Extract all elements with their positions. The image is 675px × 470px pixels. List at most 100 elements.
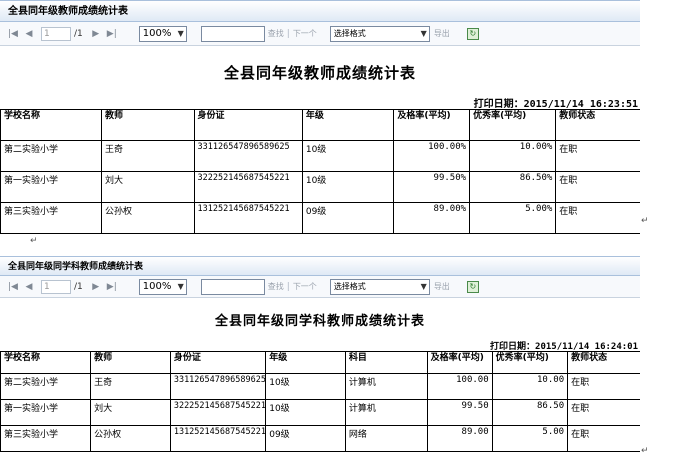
cell-school: 第一实验小学 (0, 171, 102, 203)
cell-pass-rate: 99.50 (426, 399, 493, 426)
column-header: 教师 (90, 351, 171, 374)
column-header: 身份证 (193, 109, 303, 141)
report-table: 学校名称 教师 身份证 年级 科目 及格率(平均) 优秀率(平均) 教师状态 第… (0, 351, 640, 452)
cell-status: 在职 (555, 202, 640, 234)
zoom-select[interactable]: 100% ▼ (138, 278, 187, 295)
paragraph-mark: ↵ (641, 446, 649, 456)
search-input[interactable] (200, 25, 265, 42)
report-toolbar: |◀ ◀ 1 /1 ▶ ▶| 100% ▼ 查找 | 下一个 选择格式 ▼ 导出 ↻ (0, 22, 640, 46)
toolbar-divider: | (286, 281, 290, 292)
cell-grade: 10级 (301, 140, 395, 172)
cell-id-card: 131252145687545221 (193, 202, 303, 234)
chevron-down-icon: ▼ (420, 28, 427, 38)
find-button[interactable]: 查找 (268, 28, 284, 39)
column-header: 年级 (265, 351, 346, 374)
table-row: 第三实验小学 公孙权 131252145687545221 09级 网络 89.… (0, 425, 640, 452)
cell-pass-rate: 89.00% (393, 202, 471, 234)
cell-school: 第三实验小学 (0, 202, 102, 234)
print-date: 打印日期：2015/11/14 16:24:01 (0, 339, 640, 352)
export-button[interactable]: 导出 (434, 28, 450, 39)
cell-school: 第三实验小学 (0, 425, 92, 452)
format-value: 选择格式 (333, 281, 366, 291)
find-next-button[interactable]: 下一个 (293, 281, 317, 292)
first-page-icon[interactable]: |◀ (6, 280, 20, 294)
cell-teacher: 公孙权 (90, 425, 171, 452)
cell-status: 在职 (555, 140, 640, 172)
panel-title: 全县同年级同学科教师成绩统计表 (0, 256, 640, 276)
table-row: 第一实验小学 刘大 322252145687545221 10级 99.50% … (0, 171, 640, 203)
cell-excellent-rate: 10.00 (491, 373, 569, 400)
next-page-icon[interactable]: ▶ (89, 27, 103, 41)
column-header: 教师状态 (567, 351, 640, 374)
export-button[interactable]: 导出 (434, 281, 450, 292)
refresh-icon[interactable]: ↻ (466, 27, 479, 40)
panel-title: 全县同年级教师成绩统计表 (0, 0, 640, 22)
table-row: 第二实验小学 王奇 331126547896589625 10级 计算机 100… (0, 373, 640, 400)
cell-subject: 计算机 (344, 373, 428, 400)
prev-page-icon[interactable]: ◀ (22, 27, 36, 41)
cell-pass-rate: 100.00% (393, 140, 471, 172)
report-panel-grade: 全县同年级教师成绩统计表 |◀ ◀ 1 /1 ▶ ▶| 100% ▼ 查找 | 下… (0, 0, 640, 235)
cell-status: 在职 (567, 373, 640, 400)
chevron-down-icon: ▼ (177, 281, 184, 291)
cell-status: 在职 (567, 399, 640, 426)
page-number-input[interactable]: 1 (41, 26, 71, 41)
find-button[interactable]: 查找 (268, 281, 284, 292)
cell-id-card: 331126547896589625 (193, 140, 303, 172)
cell-excellent-rate: 86.50 (491, 399, 569, 426)
find-next-button[interactable]: 下一个 (293, 28, 317, 39)
print-date-label: 打印日期： (473, 99, 524, 110)
page-number-input[interactable]: 1 (41, 279, 71, 294)
last-page-icon[interactable]: ▶| (105, 280, 119, 294)
column-header: 学校名称 (0, 109, 102, 141)
zoom-select[interactable]: 100% ▼ (138, 25, 187, 42)
table-header-row: 学校名称 教师 身份证 年级 科目 及格率(平均) 优秀率(平均) 教师状态 (0, 351, 640, 374)
cell-grade: 09级 (265, 425, 346, 452)
last-page-icon[interactable]: ▶| (105, 27, 119, 41)
print-date-value: 2015/11/14 16:24:01 (535, 342, 638, 352)
page-total: /1 (74, 281, 83, 292)
print-date-value: 2015/11/14 16:23:51 (523, 99, 638, 110)
report-title: 全县同年级教师成绩统计表 (223, 64, 416, 82)
paragraph-mark: ↵ (30, 236, 38, 246)
prev-page-icon[interactable]: ◀ (22, 280, 36, 294)
cell-id-card: 131252145687545221 (169, 425, 267, 452)
table-row: 第一实验小学 刘大 322252145687545221 10级 计算机 99.… (0, 399, 640, 426)
cell-subject: 计算机 (344, 399, 428, 426)
search-input[interactable] (200, 278, 265, 295)
refresh-icon[interactable]: ↻ (466, 280, 479, 293)
chevron-down-icon: ▼ (177, 28, 184, 38)
column-header: 教师 (100, 109, 195, 141)
column-header: 学校名称 (0, 351, 92, 374)
cell-status: 在职 (567, 425, 640, 452)
cell-grade: 10级 (265, 399, 346, 426)
print-date: 打印日期：2015/11/14 16:23:51 (0, 95, 640, 110)
report-panel-grade-subject: 全县同年级同学科教师成绩统计表 |◀ ◀ 1 /1 ▶ ▶| 100% ▼ 查找 … (0, 256, 640, 456)
zoom-value: 100% (142, 280, 172, 292)
cell-pass-rate: 99.50% (393, 171, 471, 203)
export-format-select[interactable]: 选择格式 ▼ (329, 278, 430, 295)
cell-school: 第二实验小学 (0, 373, 92, 400)
cell-school: 第一实验小学 (0, 399, 92, 426)
cell-teacher: 公孙权 (100, 202, 195, 234)
chevron-down-icon: ▼ (420, 281, 427, 291)
page-total: /1 (74, 28, 83, 39)
toolbar-divider: | (286, 28, 290, 39)
report-toolbar: |◀ ◀ 1 /1 ▶ ▶| 100% ▼ 查找 | 下一个 选择格式 ▼ 导出 ↻ (0, 276, 640, 298)
column-header: 优秀率(平均) (469, 109, 557, 141)
cell-id-card: 322252145687545221 (169, 399, 267, 426)
export-format-select[interactable]: 选择格式 ▼ (329, 25, 430, 42)
next-page-icon[interactable]: ▶ (89, 280, 103, 294)
column-header: 及格率(平均) (426, 351, 493, 374)
cell-teacher: 王奇 (100, 140, 195, 172)
cell-id-card: 322252145687545221 (193, 171, 303, 203)
cell-excellent-rate: 10.00% (469, 140, 557, 172)
first-page-icon[interactable]: |◀ (6, 27, 20, 41)
cell-pass-rate: 100.00 (426, 373, 493, 400)
zoom-value: 100% (142, 27, 172, 39)
print-date-label: 打印日期： (490, 342, 536, 352)
cell-school: 第二实验小学 (0, 140, 102, 172)
cell-excellent-rate: 5.00 (491, 425, 569, 452)
cell-subject: 网络 (344, 425, 428, 452)
report-table: 学校名称 教师 身份证 年级 及格率(平均) 优秀率(平均) 教师状态 第二实验… (0, 109, 640, 234)
